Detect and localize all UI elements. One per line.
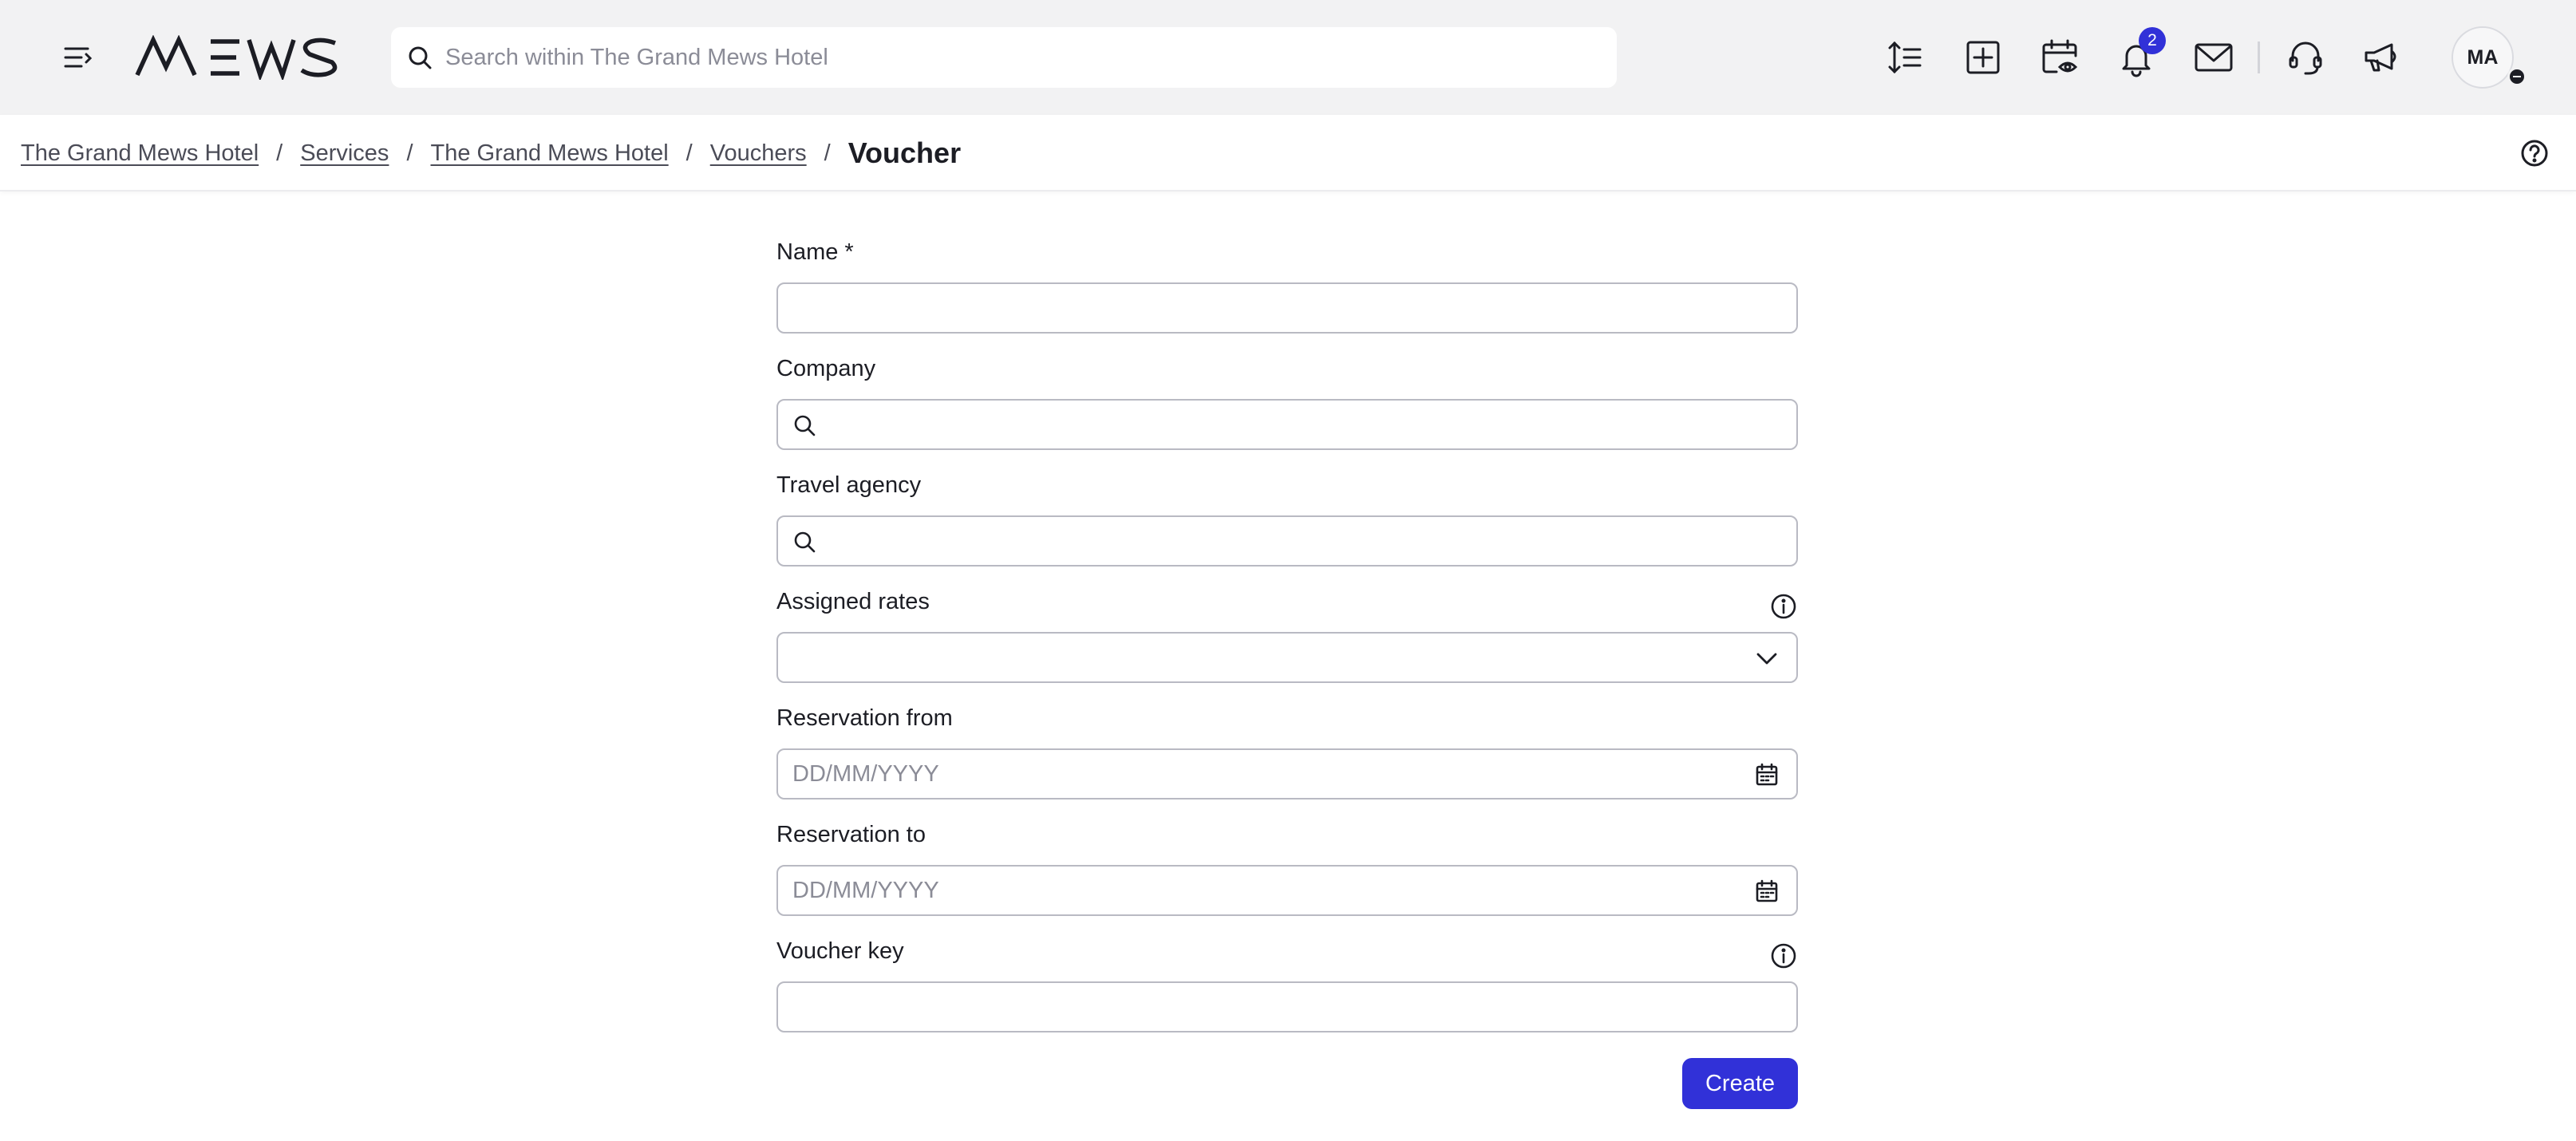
breadcrumb-bar: The Grand Mews Hotel / Services / The Gr…	[0, 115, 2576, 191]
help-icon[interactable]	[2519, 137, 2550, 169]
menu-icon	[64, 47, 93, 68]
page-title: Voucher	[847, 136, 962, 169]
info-icon[interactable]	[1769, 942, 1798, 970]
search-input[interactable]	[445, 27, 1594, 88]
add-square-icon	[1966, 41, 2000, 74]
breadcrumb-separator: /	[685, 140, 693, 166]
name-input[interactable]	[792, 284, 1750, 332]
toolbar-divider	[2258, 41, 2260, 73]
headset-icon	[2289, 41, 2322, 75]
status-indicator	[2507, 67, 2527, 86]
user-avatar[interactable]: MA	[2452, 26, 2514, 89]
breadcrumb-services[interactable]: Services	[300, 140, 389, 167]
reservation-from-field[interactable]	[776, 748, 1798, 799]
reservation-to-input[interactable]	[792, 867, 1750, 914]
info-icon[interactable]	[1769, 592, 1798, 621]
travel-agency-label: Travel agency	[776, 472, 922, 498]
search-icon	[794, 531, 816, 553]
create-button[interactable]: Create	[1682, 1058, 1798, 1109]
voucher-key-input[interactable]	[792, 983, 1750, 1031]
travel-agency-field[interactable]	[776, 515, 1798, 567]
breadcrumb-hotel[interactable]: The Grand Mews Hotel	[21, 140, 259, 167]
breadcrumb: The Grand Mews Hotel / Services / The Gr…	[21, 115, 961, 191]
assigned-rates-select[interactable]	[776, 632, 1798, 683]
sort-button[interactable]	[1883, 35, 1928, 80]
travel-agency-input[interactable]	[831, 517, 1780, 565]
company-label: Company	[776, 356, 876, 381]
calendar-icon[interactable]	[1753, 878, 1780, 905]
breadcrumb-vouchers[interactable]: Vouchers	[710, 140, 807, 167]
breadcrumb-separator: /	[406, 140, 413, 166]
top-bar: 2 MA	[0, 0, 2576, 115]
search-icon	[794, 415, 816, 436]
messages-button[interactable]	[2191, 35, 2236, 80]
assigned-rates-label: Assigned rates	[776, 589, 930, 614]
voucher-key-field[interactable]	[776, 981, 1798, 1032]
announcements-button[interactable]	[2360, 35, 2404, 80]
search-icon	[409, 46, 432, 69]
sort-lines-icon	[1888, 41, 1922, 74]
chevron-down-icon	[1756, 653, 1777, 665]
reservation-to-label: Reservation to	[776, 822, 926, 847]
company-input[interactable]	[831, 401, 1780, 448]
mail-icon	[2195, 43, 2233, 72]
reservation-from-input[interactable]	[792, 750, 1750, 798]
calendar-eye-icon	[2042, 39, 2078, 73]
reservation-to-field[interactable]	[776, 865, 1798, 916]
menu-button[interactable]	[57, 37, 99, 78]
mews-logo	[135, 35, 338, 80]
search-bar[interactable]	[391, 27, 1617, 88]
availability-button[interactable]	[2037, 35, 2082, 80]
breadcrumb-service-hotel[interactable]: The Grand Mews Hotel	[431, 140, 669, 167]
add-button[interactable]	[1961, 35, 2005, 80]
company-field[interactable]	[776, 399, 1798, 450]
support-button[interactable]	[2283, 35, 2328, 80]
calendar-icon[interactable]	[1753, 761, 1780, 788]
voucher-key-label: Voucher key	[776, 938, 904, 964]
notification-badge: 2	[2139, 27, 2166, 54]
breadcrumb-separator: /	[824, 140, 831, 166]
name-field[interactable]	[776, 282, 1798, 334]
breadcrumb-separator: /	[276, 140, 283, 166]
name-label: Name *	[776, 239, 854, 265]
reservation-from-label: Reservation from	[776, 705, 953, 731]
megaphone-icon	[2365, 43, 2396, 72]
